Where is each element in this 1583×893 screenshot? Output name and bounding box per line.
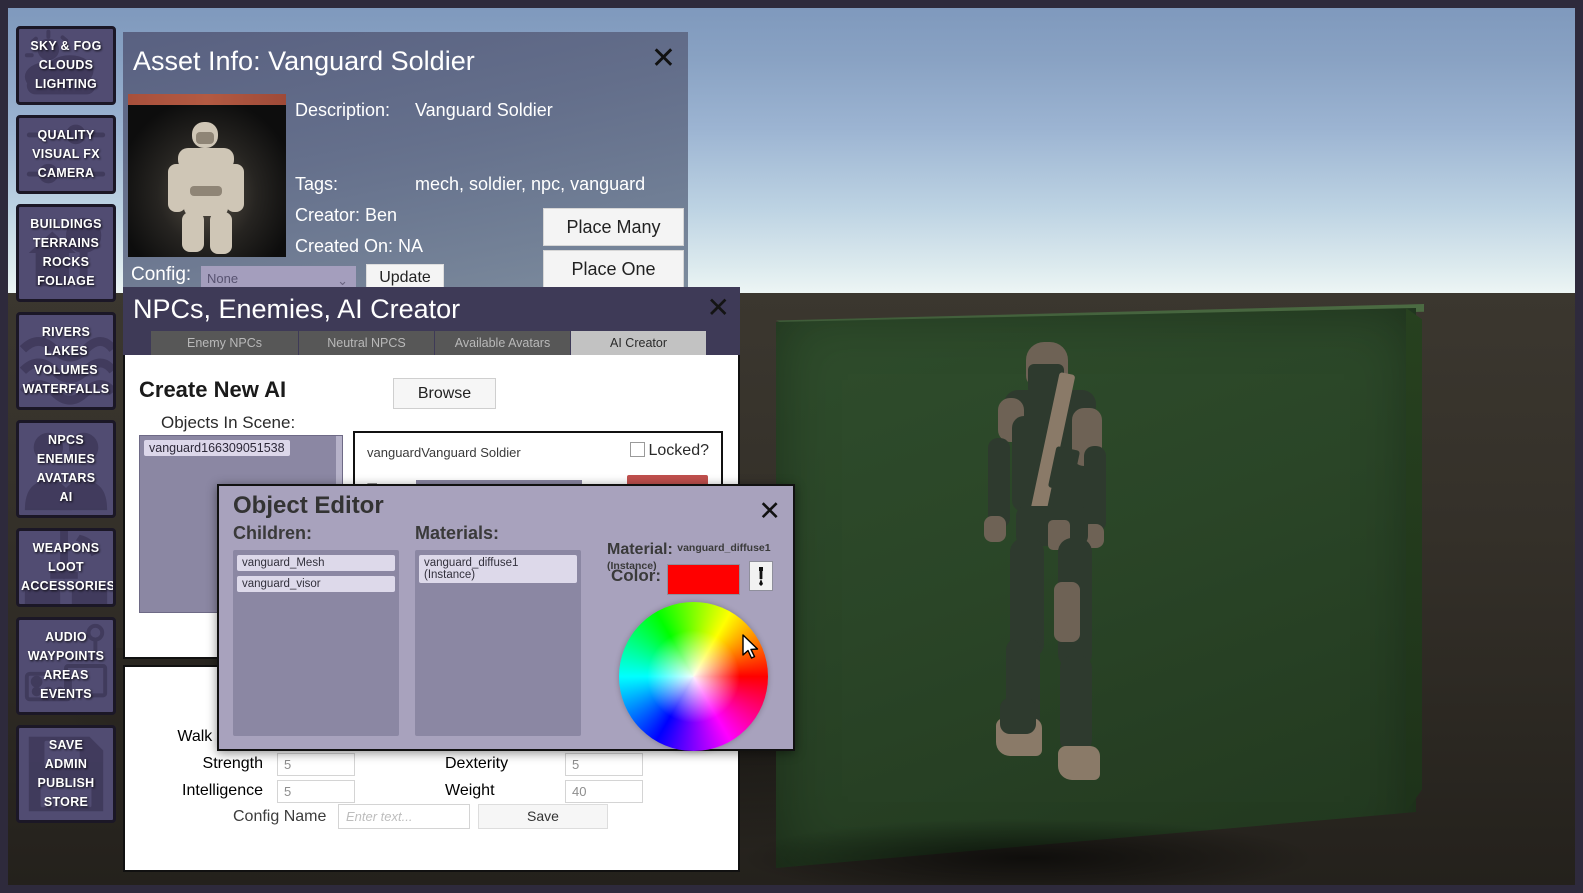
eyedropper-icon[interactable] [749, 561, 773, 591]
place-one-button[interactable]: Place One [543, 250, 684, 288]
tab-ai-creator[interactable]: AI Creator [571, 331, 707, 355]
vanguard-soldier-model[interactable] [948, 338, 1178, 858]
locked-checkbox[interactable] [629, 442, 645, 457]
stat-label-intelligence: Intelligence [182, 782, 263, 799]
stat-input-strength[interactable]: 5 [277, 753, 355, 776]
config-name-label: Config Name [233, 808, 327, 825]
npc-window-title: NPCs, Enemies, AI Creator [133, 294, 461, 324]
list-item[interactable]: vanguard_visor [237, 576, 395, 592]
close-icon[interactable]: ✕ [651, 44, 676, 74]
sidebar-label-0: SKY & FOG CLOUDS LIGHTING [30, 39, 102, 91]
sidebar-item-sky-fog-clouds-lighting[interactable]: SKY & FOG CLOUDS LIGHTING [16, 26, 116, 105]
locked-checkbox-row[interactable]: Locked? [629, 442, 710, 460]
stat-label-dexterity: Dexterity [445, 755, 509, 772]
sidebar-item-rivers-lakes-volumes-waterfalls[interactable]: RIVERS LAKES VOLUMES WATERFALLS [16, 312, 116, 410]
list-item[interactable]: vanguard_Mesh [237, 555, 395, 571]
selected-object-name: vanguardVanguard Soldier [367, 445, 521, 460]
materials-label: Materials: [415, 523, 500, 543]
place-many-button[interactable]: Place Many [543, 208, 684, 246]
asset-thumbnail [128, 94, 286, 257]
green-box-side-face [1406, 308, 1422, 812]
stat-label-weight: Weight [445, 782, 495, 799]
sidebar-item-weapons-loot-accessories[interactable]: WEAPONS LOOT ACCESSORIES [16, 528, 116, 607]
tags-value: mech, soldier, npc, vanguard [415, 174, 646, 194]
color-swatch[interactable] [667, 564, 740, 595]
sidebar-label-4: NPCS ENEMIES AVATARS AI [36, 433, 96, 504]
asset-info-panel: Asset Info: Vanguard Soldier ✕ Descripti… [123, 32, 688, 292]
sidebar-label-6: AUDIO WAYPOINTS AREAS EVENTS [27, 630, 105, 701]
config-name-input[interactable]: Enter text... [338, 804, 470, 829]
color-label: Color: [611, 566, 662, 585]
config-select-value: None [207, 271, 239, 286]
sidebar-label-7: SAVE ADMIN PUBLISH STORE [37, 738, 95, 809]
hue-color-wheel[interactable] [619, 602, 768, 751]
description-value: Vanguard Soldier [415, 100, 553, 120]
sidebar-label-1: QUALITY VISUAL FX CAMERA [32, 128, 100, 180]
description-label: Description: [295, 100, 391, 120]
object-editor-title: Object Editor [233, 492, 384, 519]
config-label: Config: [131, 264, 192, 285]
created-on-line: Created On: NA [295, 236, 424, 256]
sidebar-item-save-admin-publish-store[interactable]: SAVE ADMIN PUBLISH STORE [16, 725, 116, 823]
tags-label: Tags: [295, 174, 339, 194]
asset-info-title: Asset Info: Vanguard Soldier [133, 46, 475, 76]
sidebar-label-5: WEAPONS LOOT ACCESSORIES [21, 541, 116, 593]
object-editor-dialog: Object Editor ✕ Children: vanguard_Mesh … [217, 484, 795, 751]
sidebar-label-3: RIVERS LAKES VOLUMES WATERFALLS [22, 325, 110, 396]
save-button[interactable]: Save [478, 804, 608, 829]
tab-enemy-npcs[interactable]: Enemy NPCs [151, 331, 299, 355]
children-list[interactable]: vanguard_Mesh vanguard_visor [233, 550, 399, 736]
stat-input-dexterity[interactable]: 5 [565, 753, 643, 776]
tab-strip: Enemy NPCs Neutral NPCS Available Avatar… [123, 331, 740, 355]
close-icon[interactable]: ✕ [707, 294, 730, 322]
tab-neutral-npcs[interactable]: Neutral NPCS [299, 331, 435, 355]
left-toolbar: SKY & FOG CLOUDS LIGHTING QUALITY VISUAL… [16, 26, 116, 833]
stat-input-intelligence[interactable]: 5 [277, 780, 355, 803]
sidebar-item-quality-visual-fx-camera[interactable]: QUALITY VISUAL FX CAMERA [16, 115, 116, 194]
sidebar-item-buildings-terrains-rocks-foliage[interactable]: BUILDINGS TERRAINS ROCKS FOLIAGE [16, 204, 116, 302]
objects-in-scene-label: Objects In Scene: [161, 413, 296, 432]
children-label: Children: [233, 523, 312, 543]
materials-list[interactable]: vanguard_diffuse1 (Instance) [415, 550, 581, 736]
stat-label-strength: Strength [202, 755, 263, 772]
sidebar-label-2: BUILDINGS TERRAINS ROCKS FOLIAGE [30, 217, 102, 288]
creator-line: Creator: Ben [295, 205, 398, 225]
tab-available-avatars[interactable]: Available Avatars [435, 331, 571, 355]
sidebar-item-audio-waypoints-areas-events[interactable]: AUDIO WAYPOINTS AREAS EVENTS [16, 617, 116, 715]
list-item[interactable]: vanguard_diffuse1 (Instance) [419, 555, 577, 583]
stat-input-weight[interactable]: 40 [565, 780, 643, 803]
material-label: Material: [607, 541, 673, 558]
npc-window-header: NPCs, Enemies, AI Creator ✕ [123, 287, 740, 331]
close-icon[interactable]: ✕ [758, 498, 781, 525]
create-new-ai-heading: Create New AI [139, 377, 287, 402]
sidebar-item-npcs-enemies-avatars-ai[interactable]: NPCS ENEMIES AVATARS AI [16, 420, 116, 518]
locked-label: Locked? [648, 442, 710, 459]
list-item[interactable]: vanguard166309051538 [144, 440, 290, 456]
browse-button[interactable]: Browse [393, 378, 496, 409]
mouse-cursor [742, 634, 760, 665]
